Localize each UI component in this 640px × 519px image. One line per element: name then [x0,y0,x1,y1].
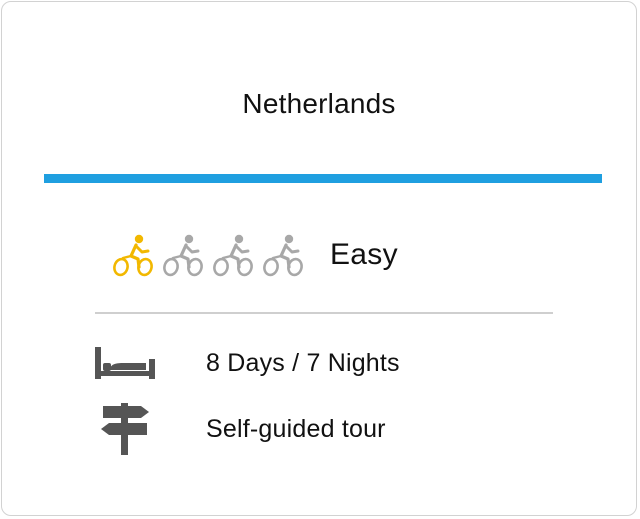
tour-title: Netherlands [242,88,396,119]
duration-text: 8 Days / 7 Nights [206,348,400,377]
cyclist-icon [263,234,303,277]
cyclist-icon [163,234,203,277]
signpost-icon [92,403,158,455]
tour-card: Netherlands Easy 8 Days / 7 Nights Self-… [1,1,637,516]
cyclist-icon [113,234,153,277]
difficulty-label: Easy [330,238,398,271]
difficulty-rating: Easy [112,228,398,282]
cyclist-icon [213,234,253,277]
duration-row: 8 Days / 7 Nights [92,338,400,388]
bed-icon [92,338,158,388]
title-underline [44,174,602,183]
tour-type-text: Self-guided tour [206,414,386,443]
divider [95,312,553,314]
tour-type-row: Self-guided tour [92,403,386,455]
